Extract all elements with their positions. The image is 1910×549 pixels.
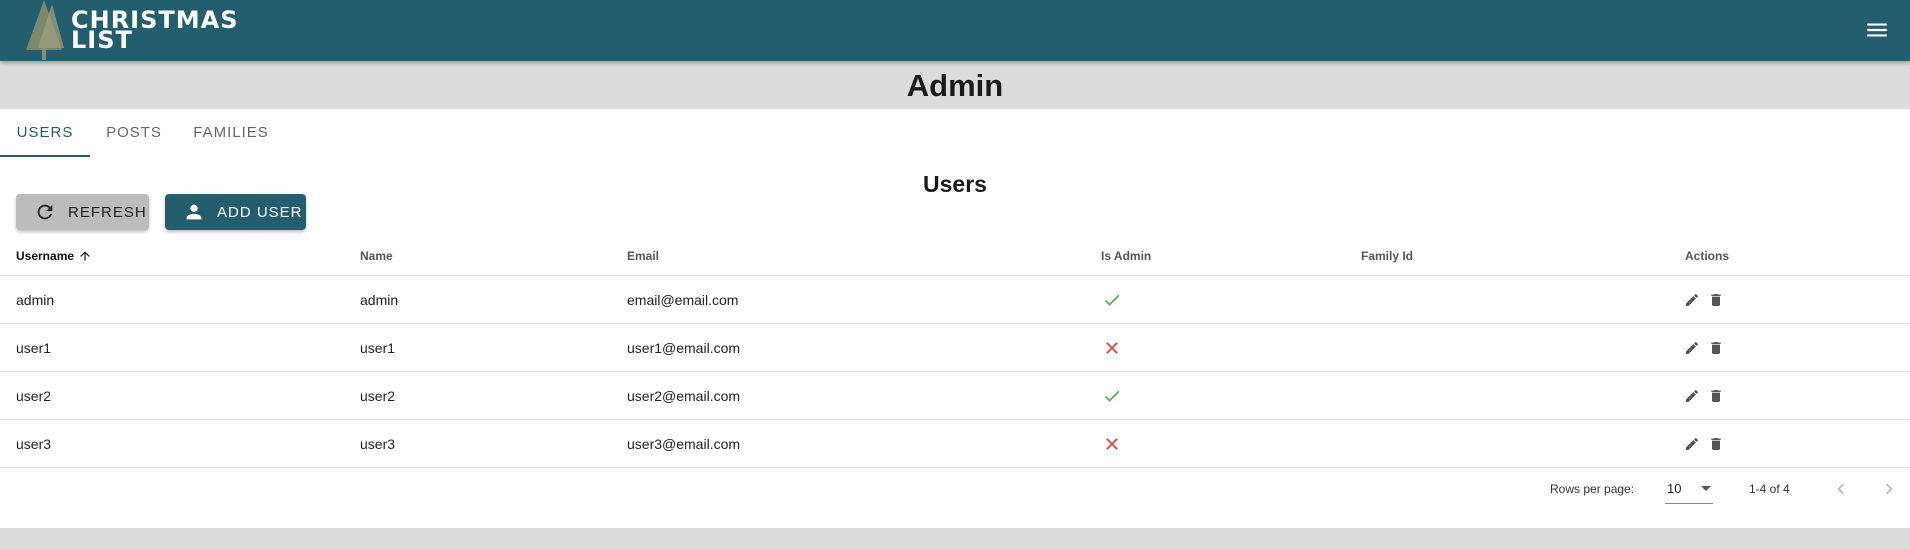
refresh-icon bbox=[37, 204, 53, 220]
person-icon bbox=[186, 204, 202, 220]
logo-text: CHRISTMAS LIST bbox=[71, 6, 239, 54]
rows-per-page-label: Rows per page: bbox=[1550, 482, 1635, 496]
tab-indicator bbox=[0, 155, 90, 157]
menu-button[interactable] bbox=[1864, 17, 1890, 43]
check-icon bbox=[1104, 294, 1120, 306]
column-header-family-id[interactable]: Family Id bbox=[1361, 236, 1413, 276]
cell-username: user1 bbox=[16, 340, 52, 356]
app-logo[interactable]: CHRISTMAS LIST bbox=[24, 0, 238, 61]
cell-name: user2 bbox=[360, 388, 396, 404]
column-header-email[interactable]: Email bbox=[627, 236, 659, 276]
tree-icon bbox=[26, 0, 64, 60]
column-label-username: Username bbox=[16, 249, 75, 263]
cell-name: admin bbox=[360, 292, 399, 308]
edit-icon[interactable] bbox=[1684, 388, 1700, 404]
delete-icon[interactable] bbox=[1708, 388, 1724, 404]
column-header-is-admin[interactable]: Is Admin bbox=[1101, 236, 1151, 276]
column-header-actions: Actions bbox=[1685, 249, 1730, 263]
table-row: admin admin email@email.com bbox=[0, 276, 1910, 324]
delete-icon[interactable] bbox=[1708, 436, 1724, 452]
column-header-username[interactable]: Username bbox=[16, 236, 92, 276]
rows-per-page-value: 10 bbox=[1667, 481, 1682, 496]
column-header-name[interactable]: Name bbox=[360, 236, 393, 276]
tab-bar: USERS POSTS FAMILIES bbox=[0, 109, 1910, 157]
users-table: Username Name Email Is Admin Family Id A… bbox=[0, 236, 1910, 468]
tab-families[interactable]: FAMILIES bbox=[178, 109, 284, 157]
page-title: Admin bbox=[906, 68, 1004, 103]
menu-icon bbox=[1867, 23, 1887, 37]
delete-icon[interactable] bbox=[1708, 292, 1724, 308]
delete-icon[interactable] bbox=[1708, 340, 1724, 356]
cell-username: user2 bbox=[16, 388, 52, 404]
dropdown-caret-icon bbox=[1701, 486, 1711, 491]
previous-page-icon[interactable] bbox=[1830, 478, 1852, 500]
app-bar: CHRISTMAS LIST bbox=[0, 0, 1910, 61]
close-icon bbox=[1106, 342, 1118, 354]
rows-per-page-select[interactable]: 10 bbox=[1665, 474, 1713, 504]
cell-email: user1@email.com bbox=[627, 340, 741, 356]
check-icon bbox=[1104, 390, 1120, 402]
admin-card: USERS POSTS FAMILIES Users REFRESH ADD U… bbox=[0, 109, 1910, 528]
table-row: user1 user1 user1@email.com bbox=[0, 324, 1910, 372]
cell-name: user1 bbox=[360, 340, 396, 356]
add-user-label: ADD USER bbox=[217, 203, 303, 221]
close-icon bbox=[1106, 438, 1118, 450]
refresh-label: REFRESH bbox=[68, 203, 147, 221]
refresh-button[interactable]: REFRESH bbox=[16, 194, 149, 230]
edit-icon[interactable] bbox=[1684, 436, 1700, 452]
cell-email: email@email.com bbox=[627, 292, 739, 308]
tab-posts[interactable]: POSTS bbox=[90, 109, 178, 157]
edit-icon[interactable] bbox=[1684, 340, 1700, 356]
pagination: Rows per page: 10 1-4 of 4 bbox=[0, 461, 1910, 517]
cell-username: admin bbox=[16, 292, 55, 308]
table-header: Username Name Email Is Admin Family Id A… bbox=[0, 236, 1910, 276]
next-page-icon[interactable] bbox=[1878, 478, 1900, 500]
table-row: user2 user2 user2@email.com bbox=[0, 372, 1910, 420]
add-user-button[interactable]: ADD USER bbox=[165, 194, 306, 230]
table-body: admin admin email@email.com user1 user1 user1… bbox=[0, 276, 1910, 468]
edit-icon[interactable] bbox=[1684, 292, 1700, 308]
tab-users[interactable]: USERS bbox=[0, 109, 90, 157]
cell-email: user2@email.com bbox=[627, 388, 741, 404]
pagination-range: 1-4 of 4 bbox=[1749, 482, 1790, 496]
sort-ascending-icon bbox=[80, 251, 91, 261]
